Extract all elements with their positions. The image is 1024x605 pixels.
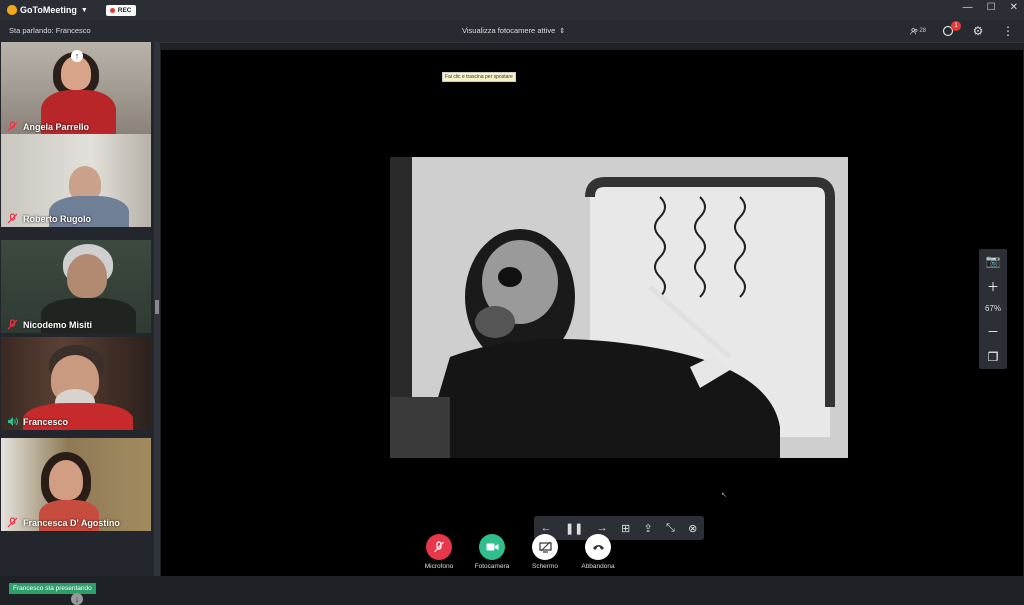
arrow-left-icon: ← <box>540 522 552 534</box>
camera-label: Fotocamera <box>474 563 510 570</box>
leave-meeting-button[interactable]: Abbandona <box>579 534 617 570</box>
mic-muted-icon <box>7 517 18 528</box>
camera-icon: 📷 <box>985 253 1001 268</box>
participant-tile[interactable]: Francesca D' Agostino <box>1 438 151 531</box>
app-menu[interactable]: GoToMeeting ▼ <box>7 5 88 15</box>
recording-badge[interactable]: REC <box>105 4 136 16</box>
leave-label: Abbandona <box>581 563 615 570</box>
drag-tooltip: Fai clic e trascina per spostare <box>442 72 516 82</box>
gotomeeting-logo-icon <box>7 5 17 15</box>
hang-up-icon <box>585 534 611 560</box>
participant-tile[interactable]: Nicodemo Misiti <box>1 240 151 333</box>
grid-view-button[interactable]: ⊞ <box>621 522 630 535</box>
presenting-banner: Francesco sta presentando <box>9 583 96 594</box>
next-button[interactable]: → <box>597 522 608 534</box>
minus-icon: － <box>986 325 999 340</box>
scroll-down-button[interactable]: ↓ <box>71 593 83 605</box>
microphone-button[interactable]: Microfono <box>420 534 458 570</box>
participant-face <box>49 460 83 500</box>
zoom-in-button[interactable]: ＋ <box>987 278 999 295</box>
copy-window-icon: ❐ <box>987 350 999 365</box>
resize-grip-icon <box>155 300 159 314</box>
people-icon <box>910 27 918 34</box>
close-circle-icon: ⊗ <box>688 522 698 535</box>
chat-button[interactable]: 1 <box>940 21 961 39</box>
zoom-out-button[interactable]: － <box>987 323 999 340</box>
screen-share-button[interactable]: Schermo <box>526 534 564 570</box>
participant-name: Roberto Rugolo <box>23 214 91 224</box>
grid-icon: ⊞ <box>620 522 631 535</box>
mic-muted-icon <box>7 121 18 132</box>
arrow-up-icon: ↑ <box>74 51 80 61</box>
close-window-button[interactable]: ✕ <box>1010 2 1018 13</box>
microphone-label: Microfono <box>424 563 454 570</box>
maximize-button[interactable]: ☐ <box>987 2 996 13</box>
collapse-icon: ⤡ <box>666 521 675 534</box>
chevron-down-icon: ▼ <box>80 6 88 14</box>
zoom-controls: 📷 ＋ 67% － ❐ <box>979 249 1007 369</box>
chat-unread-badge: 1 <box>951 21 961 31</box>
meeting-controls: Microfono Fotocamera Schermo Abbandona <box>420 534 617 570</box>
meeting-toolbar: Sta parlando: Francesco Visualizza fotoc… <box>0 20 1024 43</box>
mic-muted-icon <box>7 319 18 330</box>
mic-muted-icon <box>7 213 18 224</box>
gear-icon: ⚙ <box>972 24 984 38</box>
participants-sidebar: Angela Parrello Roberto Rugolo Nicodemo … <box>0 42 160 605</box>
app-title: GoToMeeting <box>20 5 77 15</box>
more-options-button[interactable]: ⋮ <box>1000 23 1016 39</box>
active-speaker-label: Sta parlando: Francesco <box>9 26 91 35</box>
record-dot-icon <box>109 7 115 13</box>
rec-label: REC <box>117 6 132 14</box>
screen-label: Schermo <box>531 563 558 570</box>
previous-button[interactable]: ← <box>541 522 552 534</box>
view-cameras-dropdown[interactable]: Visualizza fotocamere attive ⇕ <box>462 26 565 35</box>
video-camera-icon <box>479 534 505 560</box>
mic-off-icon <box>426 534 452 560</box>
participant-name: Francesco <box>23 417 69 427</box>
view-cameras-label: Visualizza fotocamere attive <box>462 26 556 35</box>
arrow-down-icon: ↓ <box>74 594 80 604</box>
screen-share-icon <box>532 534 558 560</box>
camera-button[interactable]: Fotocamera <box>473 534 511 570</box>
updown-chevron-icon: ⇕ <box>559 28 566 35</box>
stop-share-button[interactable]: ⊗ <box>688 522 697 535</box>
collapse-button[interactable]: ⤡ <box>666 522 675 535</box>
participant-name: Nicodemo Misiti <box>23 320 93 330</box>
participant-tile[interactable]: Roberto Rugolo <box>1 134 151 227</box>
snapshot-button[interactable]: 📷 <box>986 254 1001 268</box>
title-bar: GoToMeeting ▼ REC — ☐ ✕ <box>0 0 1024 20</box>
shared-screen-image <box>390 157 848 458</box>
arrow-right-icon: → <box>596 522 608 534</box>
kebab-menu-icon: ⋮ <box>1002 24 1014 38</box>
zoom-level: 67% <box>984 304 1001 314</box>
participants-button[interactable]: 28 <box>910 23 926 39</box>
participant-tile[interactable]: Francesco <box>1 337 151 430</box>
pause-icon: ❚❚ <box>564 522 584 535</box>
scroll-up-button[interactable]: ↑ <box>71 50 83 62</box>
participant-name: Angela Parrello <box>23 122 90 132</box>
shared-photo-artwork <box>390 157 848 458</box>
plus-icon: ＋ <box>986 279 999 294</box>
settings-button[interactable]: ⚙ <box>970 23 986 39</box>
share-button[interactable]: ⇪ <box>643 522 652 535</box>
participants-count: 28 <box>919 28 926 34</box>
participant-name: Francesca D' Agostino <box>23 518 120 528</box>
participant-face <box>67 254 107 298</box>
pause-button[interactable]: ❚❚ <box>565 522 583 535</box>
speaker-active-icon <box>8 417 18 426</box>
share-icon: ⇪ <box>643 522 653 535</box>
mouse-cursor-icon: ↖ <box>721 492 727 499</box>
minimize-button[interactable]: — <box>963 2 973 13</box>
sidebar-resize-handle[interactable] <box>154 42 160 576</box>
fit-screen-button[interactable]: ❐ <box>988 350 999 364</box>
